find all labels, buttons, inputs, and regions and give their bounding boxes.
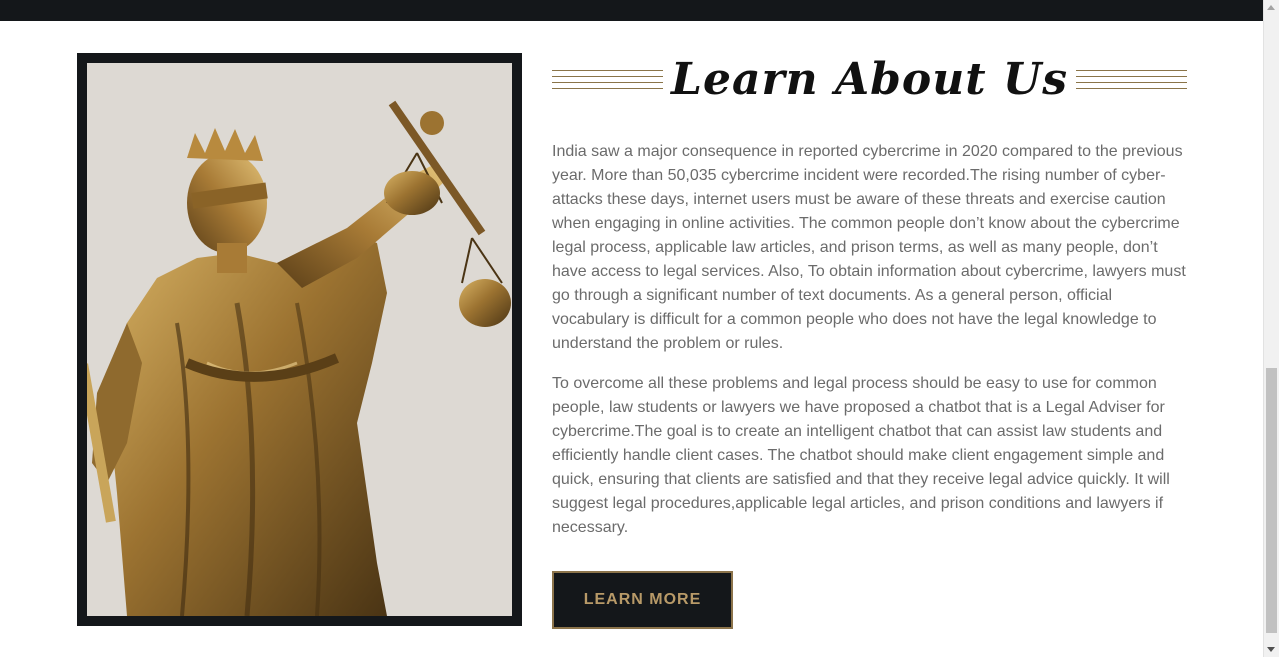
learn-more-button[interactable]: LEARN MORE (552, 571, 733, 629)
lady-justice-image (87, 63, 512, 616)
scroll-down-arrow-icon[interactable] (1267, 647, 1275, 652)
vertical-scrollbar[interactable] (1263, 0, 1279, 657)
top-nav-bar (0, 0, 1263, 21)
scrollbar-thumb[interactable] (1266, 368, 1277, 633)
about-image-frame (77, 53, 522, 626)
about-paragraph-1: India saw a major consequence in reporte… (552, 143, 1186, 352)
scroll-up-arrow-icon[interactable] (1267, 5, 1275, 10)
about-heading: Learn About Us (552, 52, 1187, 108)
about-paragraph-2: To overcome all these problems and legal… (552, 375, 1170, 536)
about-heading-block: Learn About Us (552, 54, 1187, 105)
